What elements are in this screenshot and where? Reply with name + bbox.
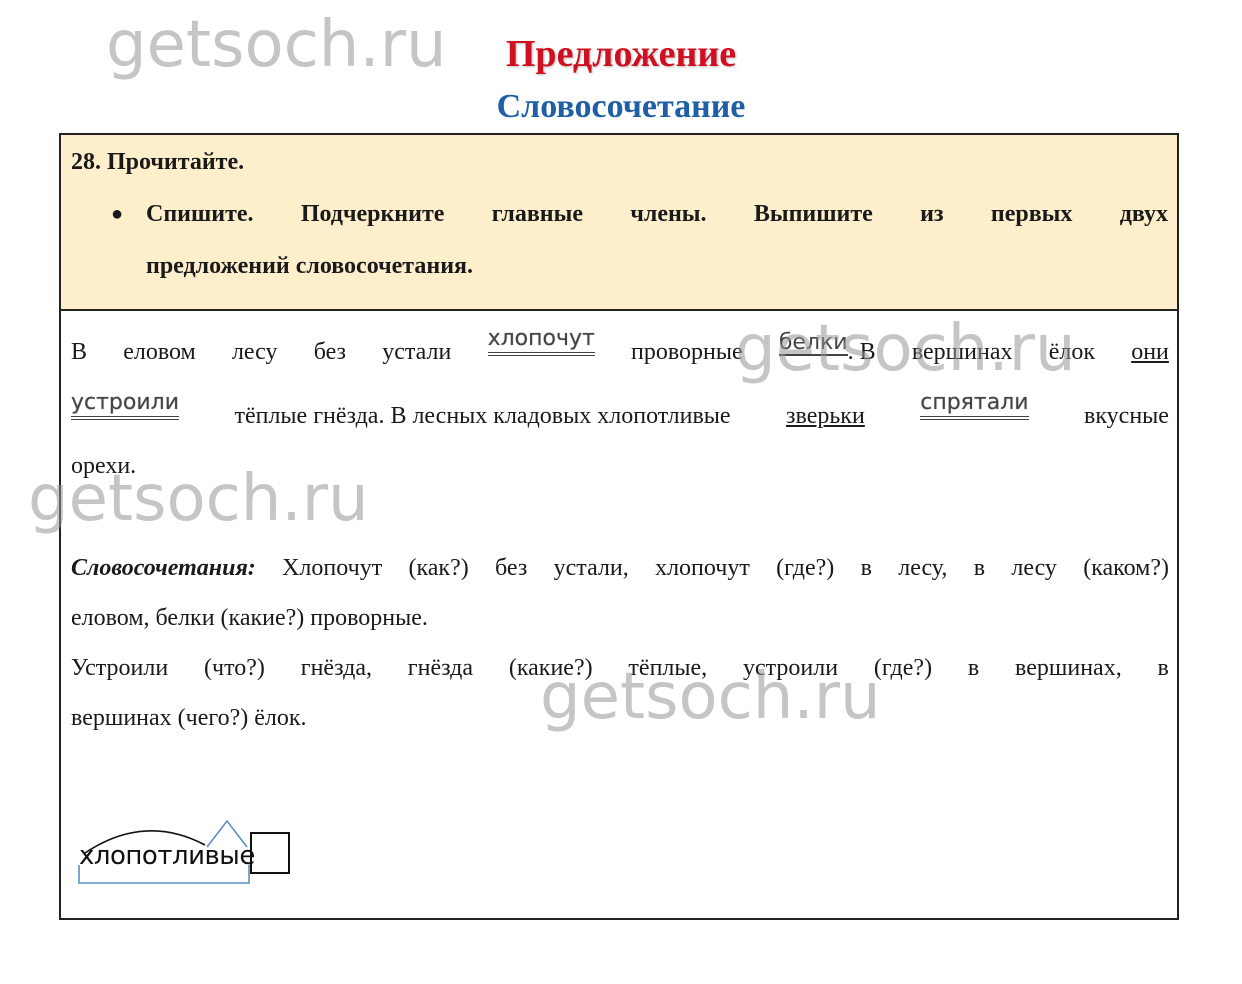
answer-label: Словосочетания:: [71, 555, 256, 581]
task-number: 28. Прочитайте.: [71, 149, 245, 175]
task-instruction-line: предложений словосочетания.: [146, 253, 473, 279]
answer-word: лесу,: [898, 555, 948, 581]
answer-word: в: [1157, 655, 1169, 681]
answer-word: хлопочут: [655, 555, 750, 581]
ending-box-icon: [250, 832, 290, 874]
answer-word: гнёзда: [407, 655, 474, 681]
subject: зверьки: [786, 403, 865, 429]
answer-word: в: [967, 655, 980, 681]
text-line: устроили тёплые гнёзда. В лесных кладовы…: [71, 392, 1169, 430]
text-line: орехи.: [71, 453, 137, 479]
predicate: устроили: [71, 392, 180, 420]
answer-word: (каком?): [1083, 555, 1169, 581]
page-subtitle: Словосочетание: [496, 88, 746, 125]
answer-word: (как?): [408, 555, 469, 581]
answer-word: тёплые,: [628, 655, 708, 681]
morpheme-parse: хлопотливые: [75, 815, 315, 895]
task-word: из: [920, 201, 944, 227]
answer-word: устали,: [553, 555, 629, 581]
bullet-icon: ●: [111, 203, 124, 225]
text-word: устали: [382, 339, 452, 365]
task-word: двух: [1119, 201, 1168, 227]
text-word: вершинах: [911, 339, 1013, 365]
text-word: ёлок: [1048, 339, 1095, 365]
answer-word: гнёзда,: [300, 655, 372, 681]
task-word: члены.: [630, 201, 707, 227]
text-line: В еловом лесу без устали хлопочут провор…: [71, 328, 1169, 366]
task-word: первых: [990, 201, 1073, 227]
answer-word: Хлопочут: [282, 555, 383, 581]
answer-word: без: [495, 555, 528, 581]
task-word: Спишите.: [146, 201, 254, 227]
text-word: проворные: [631, 339, 743, 365]
text-word: . В: [847, 339, 876, 365]
text-word: без: [313, 339, 347, 365]
task-word: Подчеркните: [300, 201, 445, 227]
predicate: спрятали: [920, 392, 1029, 420]
text-word: вкусные: [1084, 403, 1169, 429]
task-word: Выпишите: [753, 201, 873, 227]
morpheme-word: хлопотливые: [79, 841, 255, 871]
task-word: главные: [491, 201, 584, 227]
page-title: Предложение: [505, 33, 737, 75]
answer-word: устроили: [742, 655, 839, 681]
text-word: еловом: [123, 339, 196, 365]
predicate: хлопочут: [487, 328, 595, 356]
answer-word: (что?): [204, 655, 265, 681]
answer-word: (где?): [776, 555, 835, 581]
task-instruction-line: Спишите. Подчеркните главные члены. Выпи…: [146, 201, 1168, 228]
answer-line: Устроили (что?) гнёзда, гнёзда (какие?) …: [71, 655, 1169, 682]
subject: они: [1131, 339, 1169, 365]
answer-word: (где?): [873, 655, 933, 681]
text-word: В: [71, 339, 88, 365]
answer-line: еловом, белки (какие?) проворные.: [71, 605, 428, 631]
answer-line: Словосочетания: Хлопочут (как?) без уста…: [71, 555, 1169, 582]
subject: белки: [778, 330, 848, 356]
exercise-frame: 28. Прочитайте. ● Спишите. Подчеркните г…: [59, 133, 1179, 920]
answer-word: Устроили: [71, 655, 169, 681]
answer-word: вершинах,: [1015, 655, 1122, 681]
text-word: лесу: [231, 339, 278, 365]
answer-word: в: [860, 555, 872, 581]
answer-word: в: [973, 555, 986, 581]
answer-word: (какие?): [508, 655, 593, 681]
task-block: 28. Прочитайте. ● Спишите. Подчеркните г…: [61, 135, 1177, 311]
answer-line: вершинах (чего?) ёлок.: [71, 705, 307, 731]
text-fragment: тёплые гнёзда. В лесных кладовых хлопотл…: [234, 403, 731, 429]
answer-word: лесу: [1011, 555, 1057, 581]
